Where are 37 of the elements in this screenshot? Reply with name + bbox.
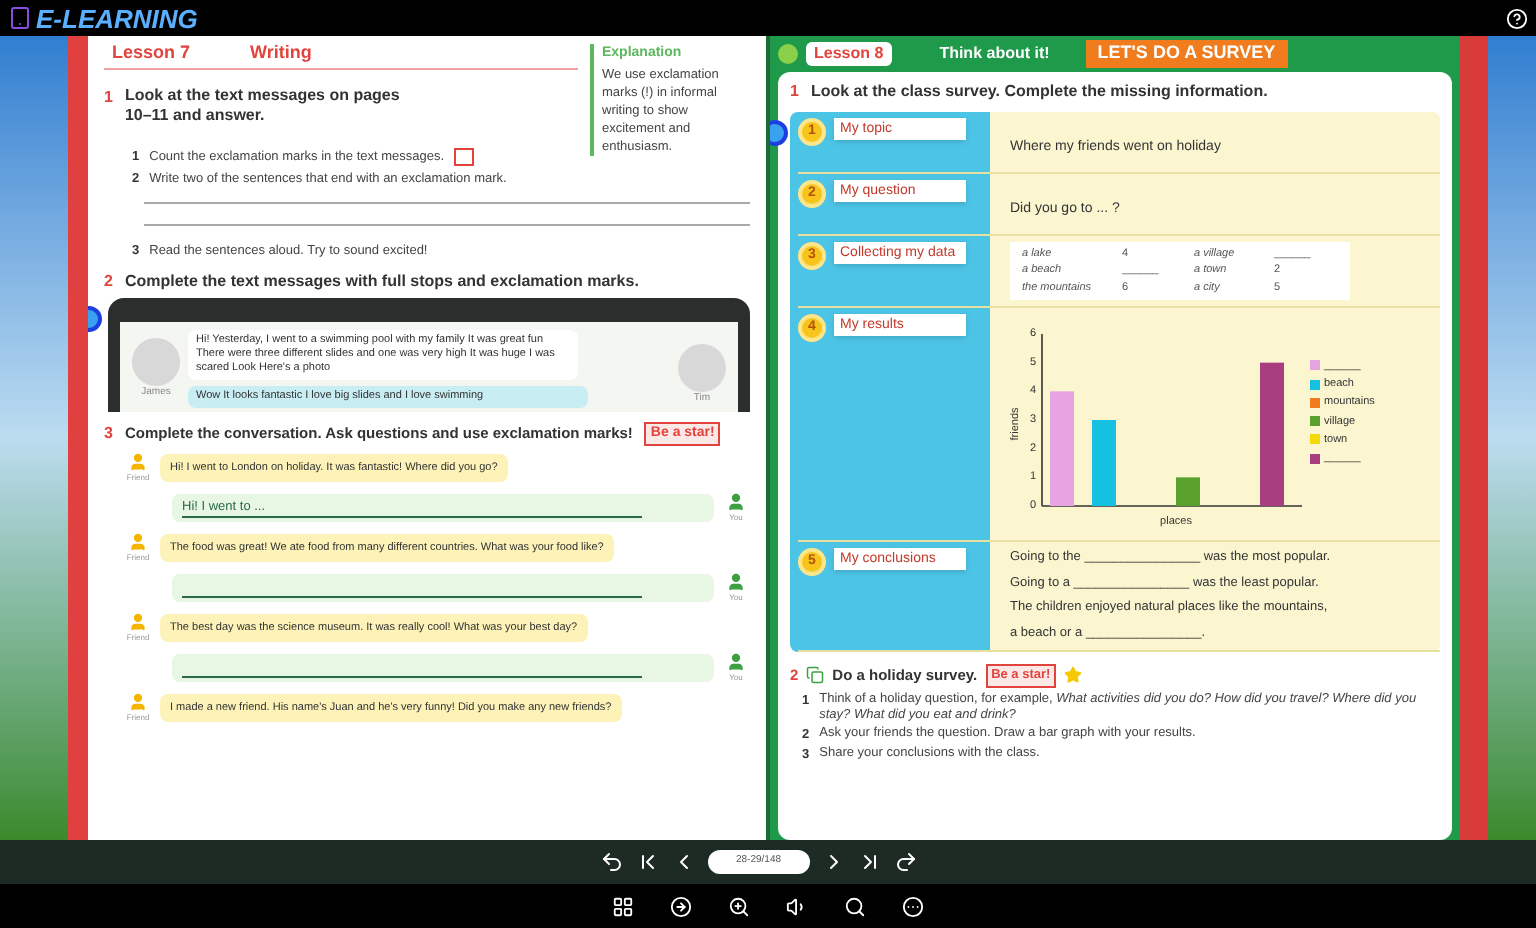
exercise-number: 1 (790, 80, 799, 104)
exercise-instruction: Look at the class survey. Complete the missing information. (810, 80, 1268, 104)
lesson-subtitle: Think about it! (939, 42, 1050, 66)
avatar-silhouette (678, 344, 726, 393)
fill-in-line[interactable] (182, 676, 642, 679)
person-icon (128, 532, 148, 553)
person-icon (726, 572, 746, 593)
app-logo: E-LEARNING (36, 5, 198, 31)
lesson-number: Lesson 7 (112, 40, 191, 66)
exercise-number: 2 (104, 269, 113, 294)
person-icon (726, 652, 746, 673)
tablet-icon (8, 4, 32, 32)
undo-icon[interactable] (600, 850, 624, 874)
zoom-in-icon[interactable] (728, 895, 750, 917)
redo-icon[interactable] (893, 850, 918, 874)
exercise-instruction: Look at the text messages on pages 10–11 and answer. (124, 85, 402, 125)
person-icon (128, 452, 148, 473)
lesson-number: Lesson 8 (806, 42, 892, 66)
star-icon (1064, 666, 1083, 685)
lesson-title: Writing (250, 40, 312, 66)
copy-icon (806, 666, 825, 685)
first-page-icon[interactable] (636, 850, 660, 874)
exercise-instruction: Complete the text messages with full stops and exclamation marks. (124, 269, 639, 294)
survey-banner: LET'S DO A SURVEY (1085, 40, 1288, 68)
search-icon[interactable] (844, 895, 866, 917)
person-icon (726, 492, 746, 513)
exercise-number: 3 (104, 422, 113, 446)
more-icon[interactable] (902, 895, 924, 917)
help-icon[interactable] (1506, 7, 1528, 29)
exercise-number: 1 (104, 85, 113, 109)
speaker-icon[interactable] (786, 895, 808, 917)
avatar-silhouette (132, 337, 180, 385)
person-icon (128, 692, 148, 713)
fill-in-line[interactable] (182, 596, 642, 599)
answer-box[interactable] (454, 147, 475, 166)
grid-icon[interactable] (612, 895, 634, 917)
person-icon (128, 612, 148, 633)
